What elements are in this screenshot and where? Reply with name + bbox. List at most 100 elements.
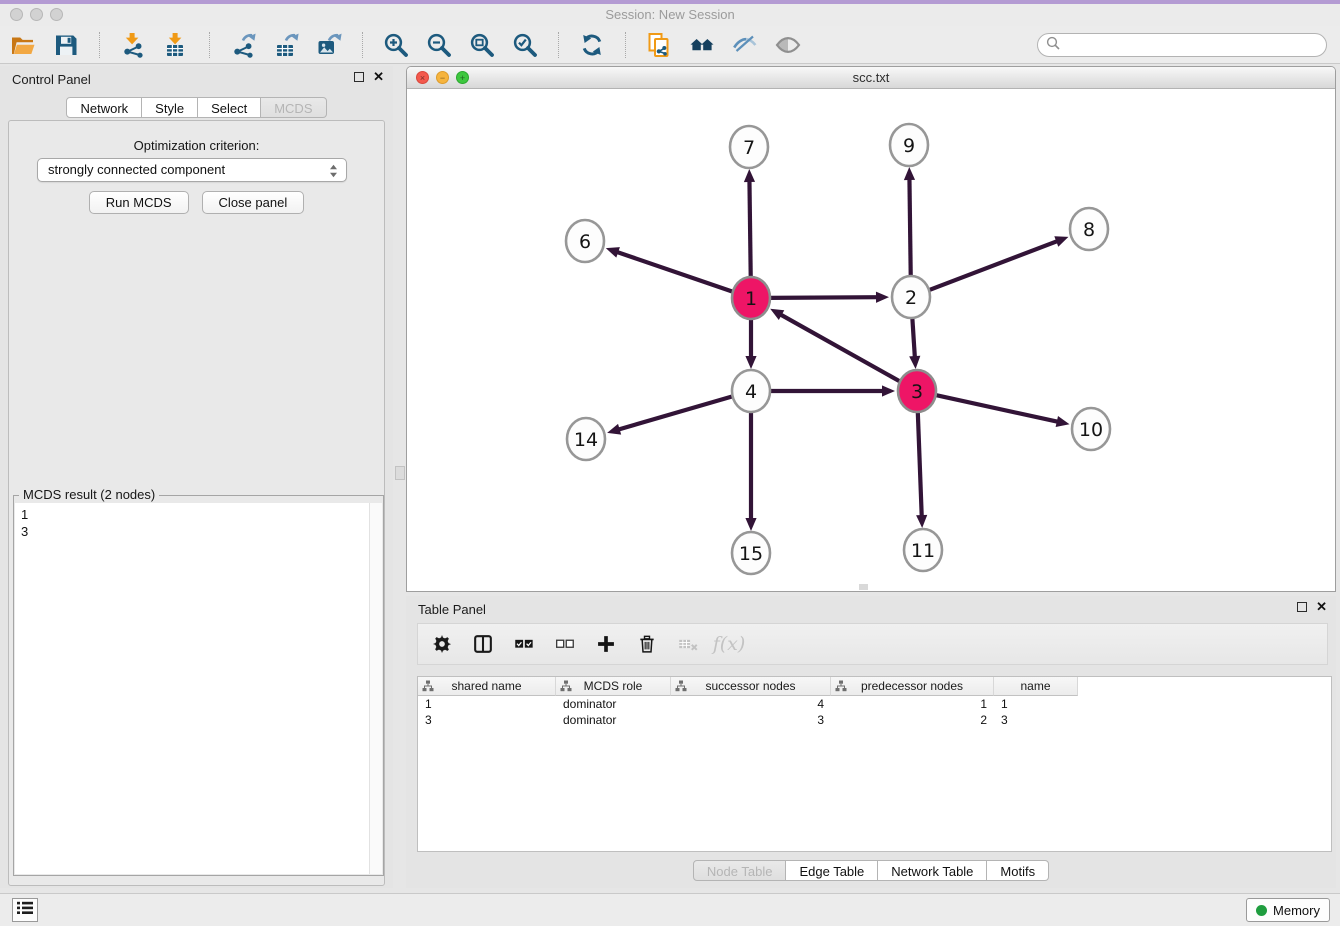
hierarchy-icon — [675, 680, 687, 695]
edge-3-10[interactable] — [935, 395, 1070, 427]
export-image-icon[interactable] — [314, 30, 344, 60]
tab-select[interactable]: Select — [198, 97, 261, 118]
column-header-mcds-role[interactable]: MCDS role — [556, 677, 671, 696]
cell-predecessor-nodes[interactable]: 1 — [831, 696, 994, 712]
mcds-result-list[interactable]: 13 — [15, 503, 369, 874]
tab-network[interactable]: Network — [66, 97, 142, 118]
edge-3-11[interactable] — [916, 409, 927, 528]
tab-node-table[interactable]: Node Table — [693, 860, 787, 881]
optimization-criterion-label: Optimization criterion: — [9, 138, 384, 153]
column-label: successor nodes — [705, 679, 795, 693]
cell-successor-nodes[interactable]: 4 — [671, 696, 831, 712]
edge-1-7[interactable] — [744, 169, 755, 280]
edge-3-1[interactable] — [770, 309, 901, 382]
export-table-icon[interactable] — [271, 30, 301, 60]
column-header-successor-nodes[interactable]: successor nodes — [671, 677, 831, 696]
first-neighbors-icon[interactable] — [687, 30, 717, 60]
refresh-layout-icon[interactable] — [577, 30, 607, 60]
run-mcds-button[interactable]: Run MCDS — [89, 191, 189, 214]
edge-2-9[interactable] — [904, 167, 915, 279]
edge-1-6[interactable] — [606, 247, 734, 292]
cell-name[interactable]: 3 — [994, 712, 1078, 728]
tab-network-table[interactable]: Network Table — [878, 860, 987, 881]
network-window-titlebar[interactable]: × − + scc.txt — [407, 67, 1335, 89]
select-all-rows-icon[interactable] — [512, 632, 536, 656]
node-4[interactable]: 4 — [732, 370, 770, 412]
toggle-column-view-icon[interactable] — [471, 632, 495, 656]
save-session-icon[interactable] — [51, 30, 81, 60]
node-15[interactable]: 15 — [732, 532, 770, 574]
close-table-panel-icon[interactable]: ✕ — [1316, 602, 1327, 612]
delete-table-icon — [676, 632, 700, 656]
cell-shared-name[interactable]: 3 — [418, 712, 556, 728]
float-table-panel-icon[interactable] — [1297, 602, 1307, 612]
close-panel-button[interactable]: Close panel — [202, 191, 305, 214]
memory-button[interactable]: Memory — [1246, 898, 1330, 922]
delete-columns-icon[interactable] — [635, 632, 659, 656]
table-row[interactable]: 1dominator411 — [418, 696, 1331, 712]
edge-2-8[interactable] — [928, 236, 1069, 290]
node-9[interactable]: 9 — [890, 124, 928, 166]
zoom-fit-icon[interactable] — [467, 30, 497, 60]
node-6[interactable]: 6 — [566, 220, 604, 262]
node-3[interactable]: 3 — [898, 370, 936, 412]
edge-4-14[interactable] — [607, 396, 734, 435]
node-11[interactable]: 11 — [904, 529, 942, 571]
column-header-shared-name[interactable]: shared name — [418, 677, 556, 696]
new-network-from-selection-icon[interactable] — [644, 30, 674, 60]
node-1[interactable]: 1 — [732, 277, 770, 319]
tab-mcds[interactable]: MCDS — [261, 97, 326, 118]
control-panel-title: Control Panel — [12, 72, 91, 87]
edge-2-3[interactable] — [909, 315, 920, 369]
column-header-name[interactable]: name — [994, 677, 1078, 696]
tab-style[interactable]: Style — [142, 97, 198, 118]
show-graphics-details-icon[interactable] — [773, 30, 803, 60]
tab-motifs[interactable]: Motifs — [987, 860, 1049, 881]
criterion-dropdown[interactable]: strongly connected component — [37, 158, 347, 182]
search-input[interactable] — [1065, 35, 1326, 55]
node-label: 10 — [1079, 419, 1103, 441]
import-table-icon[interactable] — [161, 30, 191, 60]
import-network-icon[interactable] — [118, 30, 148, 60]
tab-edge-table[interactable]: Edge Table — [786, 860, 878, 881]
edge-1-4[interactable] — [745, 316, 756, 369]
node-2[interactable]: 2 — [892, 276, 930, 318]
zoom-in-icon[interactable] — [381, 30, 411, 60]
export-network-icon[interactable] — [228, 30, 258, 60]
table-header-row: shared nameMCDS role successor nodes prede… — [418, 677, 1331, 696]
node-label: 1 — [745, 288, 757, 310]
deselect-all-rows-icon[interactable] — [553, 632, 577, 656]
close-panel-icon[interactable]: ✕ — [373, 72, 384, 82]
network-canvas[interactable]: 7 9 6 8 1 2 4 3 14 10 15 11 — [407, 89, 1335, 591]
cell-predecessor-nodes[interactable]: 2 — [831, 712, 994, 728]
cell-name[interactable]: 1 — [994, 696, 1078, 712]
node-10[interactable]: 10 — [1072, 408, 1110, 450]
node-label: 15 — [739, 543, 763, 565]
zoom-out-icon[interactable] — [424, 30, 454, 60]
create-column-icon[interactable] — [594, 632, 618, 656]
task-history-button[interactable] — [12, 898, 38, 922]
mcds-result-scrollbar[interactable] — [369, 503, 382, 874]
edge-4-3[interactable] — [769, 385, 895, 396]
node-7[interactable]: 7 — [730, 126, 768, 168]
cell-shared-name[interactable]: 1 — [418, 696, 556, 712]
cell-successor-nodes[interactable]: 3 — [671, 712, 831, 728]
open-file-icon[interactable] — [8, 30, 38, 60]
column-label: name — [1020, 679, 1050, 693]
column-header-predecessor-nodes[interactable]: predecessor nodes — [831, 677, 994, 696]
edge-1-2[interactable] — [769, 292, 889, 303]
zoom-selected-icon[interactable] — [510, 30, 540, 60]
node-label: 6 — [579, 231, 591, 253]
cell-mcds-role[interactable]: dominator — [556, 696, 671, 712]
table-settings-icon[interactable] — [430, 632, 454, 656]
table-row[interactable]: 3dominator323 — [418, 712, 1331, 728]
canvas-resize-handle[interactable] — [859, 584, 868, 590]
float-panel-icon[interactable] — [354, 72, 364, 82]
panel-splitter-handle[interactable] — [395, 466, 405, 480]
hide-graphics-details-icon[interactable] — [730, 30, 760, 60]
node-8[interactable]: 8 — [1070, 208, 1108, 250]
edge-4-15[interactable] — [745, 409, 756, 531]
node-14[interactable]: 14 — [567, 418, 605, 460]
cell-mcds-role[interactable]: dominator — [556, 712, 671, 728]
search-box[interactable] — [1037, 33, 1327, 57]
